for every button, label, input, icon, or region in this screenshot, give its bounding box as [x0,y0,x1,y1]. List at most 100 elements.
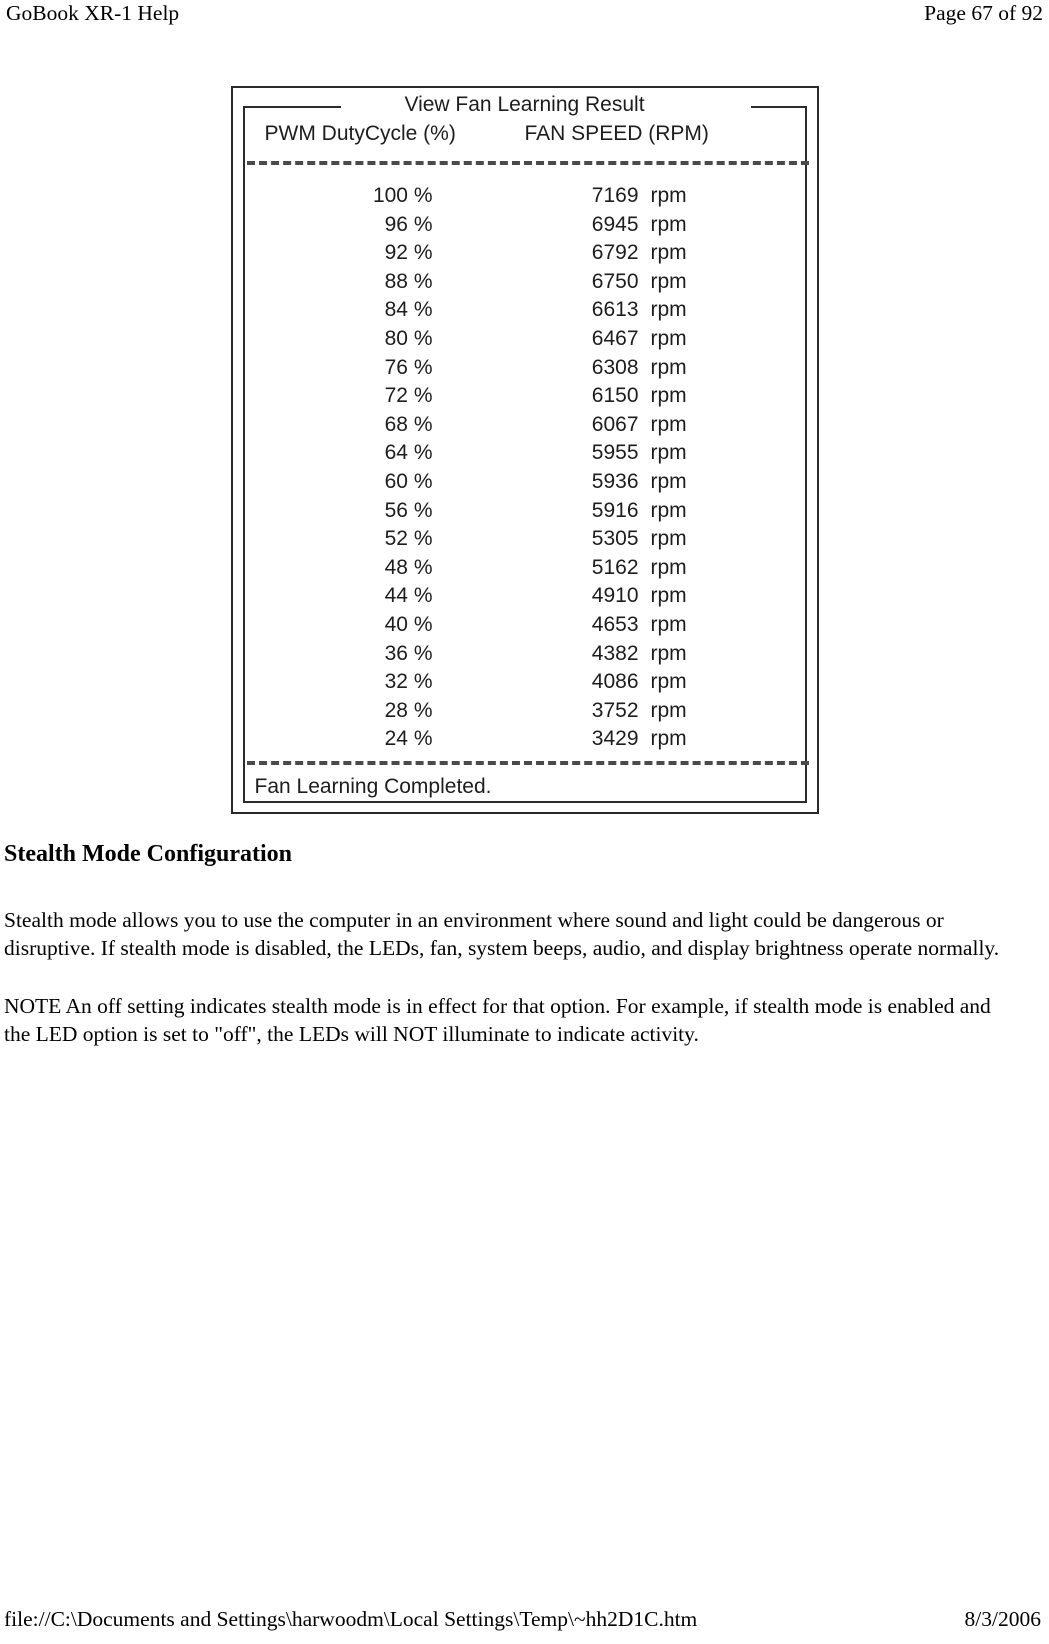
cell-fan-speed: 4086 [591,670,639,694]
table-row: 76 % 6308 rpm [247,354,809,383]
cell-fan-speed: 6613 [591,298,639,322]
fan-learning-screenshot: View Fan Learning Result PWM DutyCycle (… [230,86,819,814]
cell-duty-cycle: 76 % [384,355,433,379]
footer-file-path: file://C:\Documents and Settings\harwood… [4,1607,698,1631]
cell-fan-speed: 3752 [591,698,639,722]
cell-fan-speed: 6067 [591,412,639,436]
table-row: 84 % 6613 rpm [247,296,809,325]
cell-fan-speed: 6792 [591,241,639,265]
table-row: 28 % 3752 rpm [247,697,809,726]
cell-fan-speed-unit: rpm [650,727,687,751]
cell-duty-cycle: 68 % [384,412,433,436]
page-footer: file://C:\Documents and Settings\harwood… [0,1604,1049,1634]
cell-fan-speed-unit: rpm [650,641,687,665]
table-row: 92 % 6792 rpm [247,239,809,268]
cell-fan-speed-unit: rpm [650,269,687,293]
cell-duty-cycle: 32 % [384,670,433,694]
cell-fan-speed: 4653 [591,612,639,636]
page-indicator: Page 67 of 92 [924,1,1043,25]
table-row: 48 % 5162 rpm [247,554,809,583]
cell-fan-speed-unit: rpm [650,355,687,379]
table-row: 68 % 6067 rpm [247,411,809,440]
cell-fan-speed-unit: rpm [650,670,687,694]
paragraph-stealth-mode: Stealth mode allows you to use the compu… [4,908,1000,960]
cell-duty-cycle: 92 % [384,241,433,265]
cell-fan-speed: 5955 [591,441,639,465]
cell-fan-speed: 7169 [591,184,639,207]
cell-fan-speed: 6467 [591,326,639,350]
cell-fan-speed: 6945 [591,212,639,236]
cell-duty-cycle: 88 % [384,269,433,293]
cell-duty-cycle: 60 % [384,469,433,493]
cell-duty-cycle: 52 % [384,527,433,551]
cell-fan-speed: 6308 [591,355,639,379]
table-row: 72 % 6150 rpm [247,382,809,411]
table-row: 64 % 5955 rpm [247,439,809,468]
cell-duty-cycle: 36 % [384,641,433,665]
cell-duty-cycle: 40 % [384,612,433,636]
cell-fan-speed-unit: rpm [650,212,687,236]
cell-duty-cycle: 72 % [384,384,433,408]
cell-duty-cycle: 24 % [384,727,433,751]
cell-duty-cycle: 44 % [384,584,433,608]
table-row: 60 % 5936 rpm [247,468,809,497]
table-row: 100 % 7169 rpm [247,182,809,211]
table-row: 80 % 6467 rpm [247,325,809,354]
cell-duty-cycle: 56 % [384,498,433,522]
groupbox-title: View Fan Learning Result [404,93,645,116]
cell-duty-cycle: 64 % [384,441,433,465]
cell-fan-speed: 6750 [591,269,639,293]
page-content: Stealth Mode Configuration Stealth mode … [4,840,1009,1048]
cell-fan-speed: 5162 [591,555,639,579]
cell-duty-cycle: 96 % [384,212,433,236]
cell-fan-speed: 5916 [591,498,639,522]
cell-duty-cycle: 100 % [372,184,433,207]
paragraph-note: NOTE An off setting indicates stealth mo… [4,994,991,1046]
cell-fan-speed-unit: rpm [650,441,687,465]
table-row: 96 % 6945 rpm [247,211,809,240]
cell-fan-speed-unit: rpm [650,498,687,522]
table-row: 56 % 5916 rpm [247,497,809,526]
table-row: 88 % 6750 rpm [247,268,809,297]
page-header: GoBook XR-1 Help Page 67 of 92 [0,0,1049,34]
cell-fan-speed-unit: rpm [650,241,687,265]
cell-fan-speed-unit: rpm [650,184,687,207]
cell-fan-speed-unit: rpm [650,469,687,493]
footer-date: 8/3/2006 [964,1607,1041,1631]
cell-duty-cycle: 48 % [384,555,433,579]
table-row: 36 % 4382 rpm [247,640,809,669]
dashed-divider-bottom [246,761,809,765]
table-row: 32 % 4086 rpm [247,668,809,697]
cell-fan-speed-unit: rpm [650,527,687,551]
cell-fan-speed-unit: rpm [650,384,687,408]
page-title: Stealth Mode Configuration [4,841,292,867]
column-header-rpm: FAN SPEED (RPM) [524,122,709,145]
cell-fan-speed-unit: rpm [650,584,687,608]
column-header-pwm: PWM DutyCycle (%) [264,122,456,145]
table-row: 52 % 5305 rpm [247,525,809,554]
cell-duty-cycle: 80 % [384,326,433,350]
cell-duty-cycle: 84 % [384,298,433,322]
table-row: 40 % 4653 rpm [247,611,809,640]
table-row: 44 % 4910 rpm [247,582,809,611]
cell-fan-speed: 4382 [591,641,639,665]
cell-fan-speed-unit: rpm [650,326,687,350]
cell-fan-speed: 5936 [591,469,639,493]
cell-fan-speed: 3429 [591,727,639,751]
cell-fan-speed-unit: rpm [650,412,687,436]
cell-fan-speed-unit: rpm [650,298,687,322]
dashed-divider-top [246,161,809,165]
help-title: GoBook XR-1 Help [6,1,180,25]
figure-fan-learning-result: View Fan Learning Result PWM DutyCycle (… [0,86,1049,814]
cell-fan-speed: 4910 [591,584,639,608]
table-rows: 100 % 7169 rpm 96 % 6945 rpm 92 % 6792 rpm 88 % 67… [247,182,809,754]
cell-fan-speed-unit: rpm [650,698,687,722]
cell-fan-speed-unit: rpm [650,555,687,579]
table-column-headers: PWM DutyCycle (%) FAN SPEED (RPM) [249,121,801,147]
table-row: 24 % 3429 rpm [247,725,809,754]
cell-fan-speed: 5305 [591,527,639,551]
status-message: Fan Learning Completed. [254,775,492,798]
cell-fan-speed: 6150 [591,384,639,408]
cell-fan-speed-unit: rpm [650,612,687,636]
cell-duty-cycle: 28 % [384,698,433,722]
